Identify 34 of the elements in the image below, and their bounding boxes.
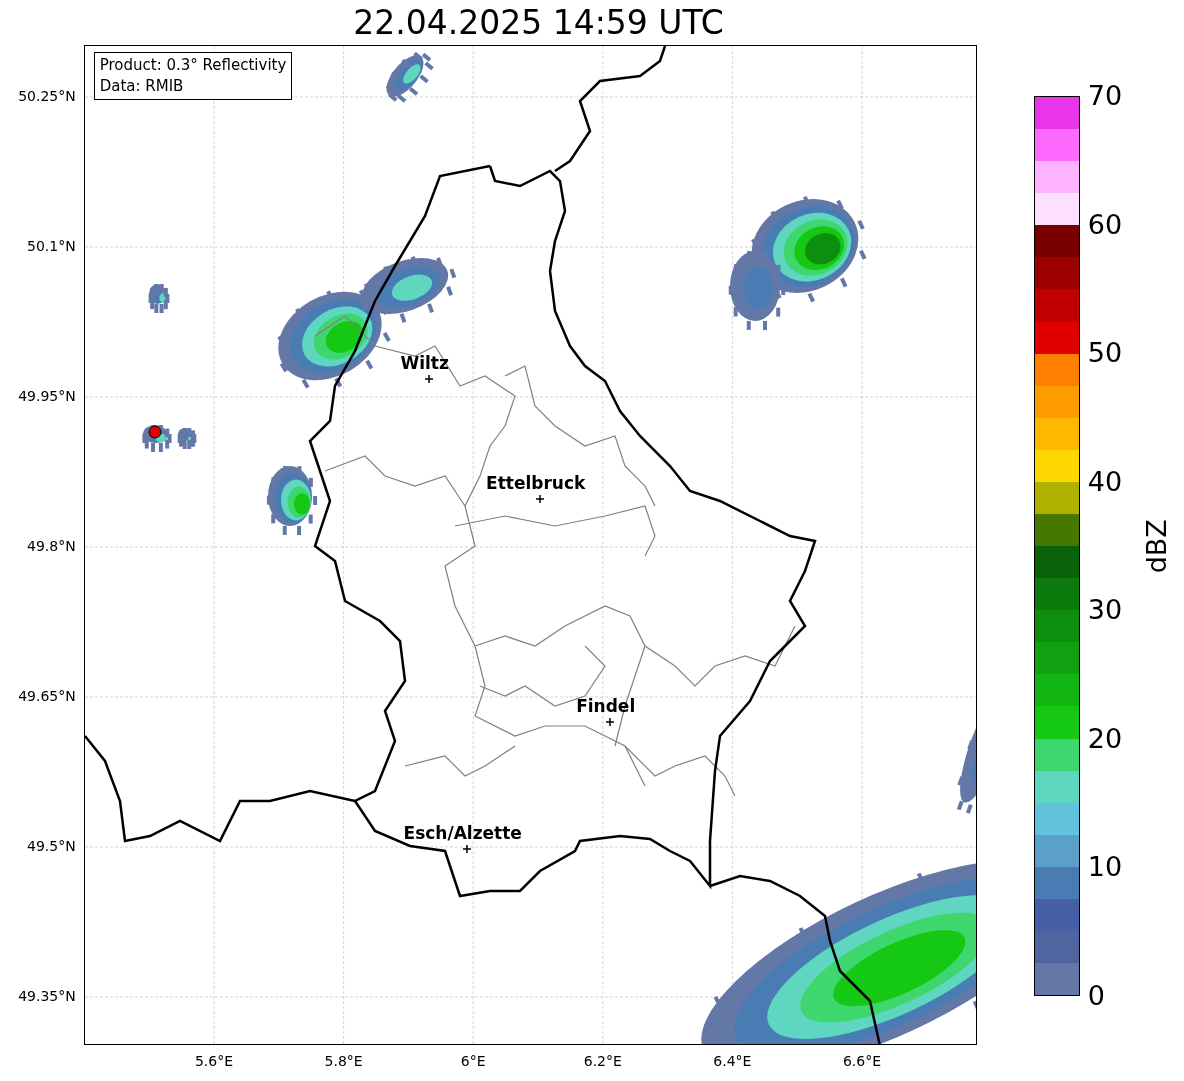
- city-marker-icon: [534, 494, 545, 504]
- longitude-label: 5.6°E: [194, 1052, 234, 1071]
- city-marker-icon: [461, 844, 472, 854]
- latitude-label: 49.95°N: [18, 388, 76, 404]
- colorbar-tick-label: 50: [1087, 338, 1123, 369]
- city-marker-icon: [423, 374, 434, 384]
- longitude-label: 6.2°E: [583, 1052, 622, 1071]
- latitude-label: 49.5°N: [27, 838, 76, 854]
- latitude-label: 50.25°N: [18, 88, 76, 104]
- colorbar-tick-label: 10: [1087, 852, 1123, 883]
- colorbar-tick-label: 60: [1087, 209, 1123, 240]
- longitude-label: 6.4°E: [713, 1052, 752, 1071]
- city-label: Esch/Alzette: [403, 823, 522, 843]
- latitude-label: 49.35°N: [18, 988, 76, 1004]
- city-label: Findel: [576, 696, 636, 716]
- radar-site-icon: [148, 425, 162, 439]
- colorbar-label: dBZ: [1139, 518, 1173, 574]
- latitude-label: 49.8°N: [27, 538, 76, 554]
- figure-title: 22.04.2025 14:59 UTC: [352, 2, 725, 44]
- longitude-label: 5.8°E: [324, 1052, 363, 1071]
- longitude-label: 6.6°E: [842, 1052, 882, 1071]
- colorbar-tick-label: 70: [1087, 81, 1123, 111]
- city-label: Ettelbruck: [486, 473, 586, 493]
- colorbar-tick-label: 30: [1087, 595, 1123, 626]
- colorbar-tick-label: 0: [1087, 981, 1105, 1011]
- info-text: Product: 0.3° Reflectivity: [99, 55, 287, 76]
- info-text: Data: RMIB: [99, 76, 185, 97]
- city-label: Wiltz: [400, 353, 449, 373]
- latitude-label: 49.65°N: [18, 688, 76, 704]
- longitude-label: 6°E: [460, 1052, 486, 1071]
- colorbar-tick-label: 40: [1087, 466, 1123, 497]
- city-marker-icon: [604, 717, 615, 727]
- latitude-label: 50.1°N: [27, 238, 76, 254]
- colorbar-tick-label: 20: [1087, 723, 1123, 754]
